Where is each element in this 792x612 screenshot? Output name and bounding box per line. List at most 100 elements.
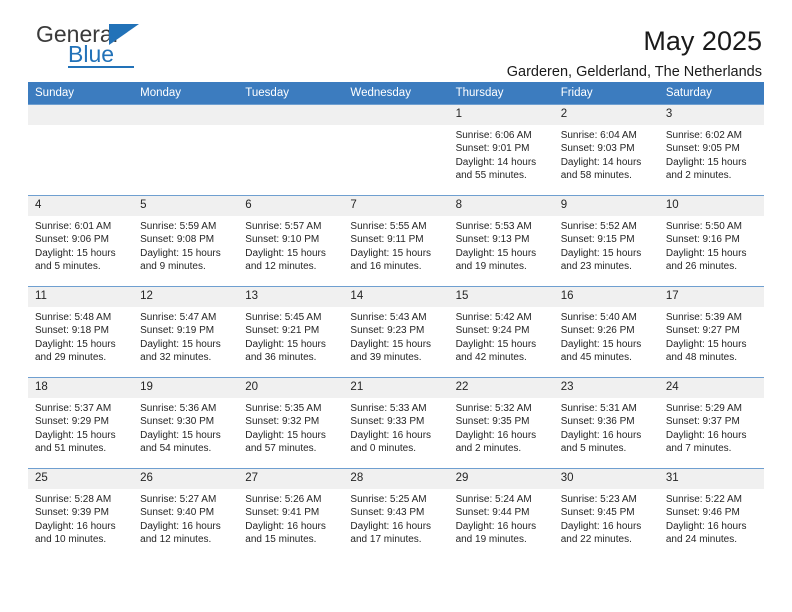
sunset-text: Sunset: 9:36 PM: [560, 416, 635, 428]
calendar-day-cell[interactable]: 8 Sunrise: 5:53 AM Sunset: 9:13 PM Daylight…: [448, 195, 554, 287]
calendar-day-cell[interactable]: 22 Sunrise: 5:32 AM Sunset: 9:35 PM Dayligh…: [448, 377, 554, 469]
day-info: Sunrise: 5:32 AM Sunset: 9:35 PM Daylight:…: [449, 398, 554, 456]
calendar-day-cell[interactable]: 3 Sunrise: 6:02 AM Sunset: 9:05 PM Daylight…: [658, 104, 764, 196]
calendar-day-cell[interactable]: 11 Sunrise: 5:48 AM Sunset: 9:18 PM Dayligh…: [28, 286, 134, 378]
calendar-day-cell[interactable]: 16 Sunrise: 5:40 AM Sunset: 9:26 PM Dayligh…: [553, 286, 659, 378]
calendar-day-cell[interactable]: 13 Sunrise: 5:45 AM Sunset: 9:21 PM Dayligh…: [238, 286, 344, 378]
day-number: 16: [553, 287, 659, 307]
weekday-header-saturday: Saturday: [658, 82, 764, 105]
calendar-day-cell[interactable]: 6 Sunrise: 5:57 AM Sunset: 9:10 PM Daylight…: [238, 195, 344, 287]
day-cell-inner: 4 Sunrise: 6:01 AM Sunset: 9:06 PM Daylight…: [28, 196, 134, 285]
sunrise-text: Sunrise: 5:36 AM: [140, 403, 217, 414]
calendar-day-cell[interactable]: 28 Sunrise: 5:25 AM Sunset: 9:43 PM Dayligh…: [343, 468, 449, 559]
sunrise-text: Sunrise: 5:24 AM: [455, 494, 532, 505]
calendar-day-cell[interactable]: [343, 104, 449, 196]
day-number: 7: [343, 196, 449, 216]
sunrise-text: Sunrise: 6:06 AM: [455, 130, 532, 141]
calendar-day-cell[interactable]: 9 Sunrise: 5:52 AM Sunset: 9:15 PM Daylight…: [553, 195, 659, 287]
daylight-text-line2: and 24 minutes.: [665, 534, 738, 546]
daylight-text-line2: and 2 minutes.: [455, 443, 522, 455]
calendar-day-cell[interactable]: [28, 104, 134, 196]
calendar-day-cell[interactable]: 5 Sunrise: 5:59 AM Sunset: 9:08 PM Daylight…: [133, 195, 239, 287]
calendar-day-cell[interactable]: 14 Sunrise: 5:43 AM Sunset: 9:23 PM Dayligh…: [343, 286, 449, 378]
sunset-text: Sunset: 9:19 PM: [140, 325, 215, 337]
day-number: 1: [448, 105, 554, 125]
calendar-day-cell[interactable]: [133, 104, 239, 196]
calendar-day-cell[interactable]: 21 Sunrise: 5:33 AM Sunset: 9:33 PM Dayligh…: [343, 377, 449, 469]
day-number: 12: [133, 287, 239, 307]
day-info: Sunrise: 5:22 AM Sunset: 9:46 PM Daylight:…: [659, 489, 764, 547]
day-cell-inner: 28 Sunrise: 5:25 AM Sunset: 9:43 PM Dayligh…: [343, 469, 449, 558]
day-cell-inner: 30 Sunrise: 5:23 AM Sunset: 9:45 PM Dayligh…: [553, 469, 659, 558]
daylight-text-line2: and 57 minutes.: [245, 443, 317, 455]
day-info: Sunrise: 6:06 AM Sunset: 9:01 PM Daylight:…: [449, 125, 554, 183]
day-cell-inner: 22 Sunrise: 5:32 AM Sunset: 9:35 PM Dayligh…: [448, 378, 554, 467]
calendar-day-cell[interactable]: 26 Sunrise: 5:27 AM Sunset: 9:40 PM Dayligh…: [133, 468, 239, 559]
daylight-text-line1: Daylight: 14 hours: [455, 156, 537, 168]
sunrise-text: Sunrise: 5:29 AM: [665, 403, 742, 414]
daylight-text-line2: and 36 minutes.: [245, 352, 317, 364]
day-info: Sunrise: 5:37 AM Sunset: 9:29 PM Daylight:…: [28, 398, 133, 456]
calendar-day-cell[interactable]: 2 Sunrise: 6:04 AM Sunset: 9:03 PM Daylight…: [553, 104, 659, 196]
calendar-day-cell[interactable]: 27 Sunrise: 5:26 AM Sunset: 9:41 PM Dayligh…: [238, 468, 344, 559]
daylight-text-line2: and 15 minutes.: [245, 534, 317, 546]
calendar-day-cell[interactable]: 20 Sunrise: 5:35 AM Sunset: 9:32 PM Dayligh…: [238, 377, 344, 469]
sunrise-text: Sunrise: 5:35 AM: [245, 403, 322, 414]
daylight-text-line1: Daylight: 15 hours: [140, 338, 221, 350]
page-subtitle: Garderen, Gelderland, The Netherlands: [506, 64, 762, 80]
sunset-text: Sunset: 9:13 PM: [455, 234, 530, 246]
calendar-day-cell[interactable]: 31 Sunrise: 5:22 AM Sunset: 9:46 PM Dayligh…: [658, 468, 764, 559]
day-info: Sunrise: 5:40 AM Sunset: 9:26 PM Daylight:…: [554, 307, 659, 365]
calendar-day-cell[interactable]: 1 Sunrise: 6:06 AM Sunset: 9:01 PM Daylight…: [448, 104, 554, 196]
sunset-text: Sunset: 9:11 PM: [350, 234, 424, 246]
calendar-day-cell[interactable]: 10 Sunrise: 5:50 AM Sunset: 9:16 PM Dayligh…: [658, 195, 764, 287]
day-cell-inner: 6 Sunrise: 5:57 AM Sunset: 9:10 PM Daylight…: [238, 196, 344, 285]
calendar-day-cell[interactable]: 29 Sunrise: 5:24 AM Sunset: 9:44 PM Dayligh…: [448, 468, 554, 559]
day-number: 19: [133, 378, 239, 398]
daylight-text-line1: Daylight: 15 hours: [455, 247, 537, 259]
calendar-header-row: Sunday Monday Tuesday Wednesday Thursday…: [28, 82, 764, 105]
calendar-day-cell[interactable]: [238, 104, 344, 196]
day-number: 29: [448, 469, 554, 489]
calendar-day-cell[interactable]: 25 Sunrise: 5:28 AM Sunset: 9:39 PM Dayligh…: [28, 468, 134, 559]
day-cell-inner: 29 Sunrise: 5:24 AM Sunset: 9:44 PM Dayligh…: [448, 469, 554, 558]
sunset-text: Sunset: 9:27 PM: [665, 325, 740, 337]
calendar-day-cell[interactable]: 12 Sunrise: 5:47 AM Sunset: 9:19 PM Dayligh…: [133, 286, 239, 378]
sunrise-text: Sunrise: 5:28 AM: [35, 494, 112, 505]
day-cell-inner: 14 Sunrise: 5:43 AM Sunset: 9:23 PM Dayligh…: [343, 287, 449, 376]
daylight-text-line2: and 12 minutes.: [245, 261, 317, 273]
day-number: [28, 105, 134, 125]
calendar-day-cell[interactable]: 4 Sunrise: 6:01 AM Sunset: 9:06 PM Daylight…: [28, 195, 134, 287]
calendar-day-cell[interactable]: 24 Sunrise: 5:29 AM Sunset: 9:37 PM Dayligh…: [658, 377, 764, 469]
day-cell-inner: [238, 105, 344, 194]
calendar-day-cell[interactable]: 7 Sunrise: 5:55 AM Sunset: 9:11 PM Daylight…: [343, 195, 449, 287]
calendar-day-cell[interactable]: 17 Sunrise: 5:39 AM Sunset: 9:27 PM Dayligh…: [658, 286, 764, 378]
sunset-text: Sunset: 9:29 PM: [35, 416, 109, 428]
day-cell-inner: 25 Sunrise: 5:28 AM Sunset: 9:39 PM Dayligh…: [28, 469, 134, 558]
weekday-header-wednesday: Wednesday: [343, 82, 449, 105]
calendar-day-cell[interactable]: 23 Sunrise: 5:31 AM Sunset: 9:36 PM Dayligh…: [553, 377, 659, 469]
sunset-text: Sunset: 9:33 PM: [350, 416, 425, 428]
daylight-text-line1: Daylight: 15 hours: [665, 338, 747, 350]
day-number: 2: [553, 105, 659, 125]
calendar-day-cell[interactable]: 19 Sunrise: 5:36 AM Sunset: 9:30 PM Dayligh…: [133, 377, 239, 469]
calendar-body: 1 Sunrise: 6:06 AM Sunset: 9:01 PM Daylight…: [28, 104, 764, 559]
calendar-week-row: 18 Sunrise: 5:37 AM Sunset: 9:29 PM Dayligh…: [28, 377, 764, 469]
day-number: 14: [343, 287, 449, 307]
day-info: Sunrise: 5:48 AM Sunset: 9:18 PM Daylight:…: [28, 307, 133, 365]
calendar-day-cell[interactable]: 15 Sunrise: 5:42 AM Sunset: 9:24 PM Dayligh…: [448, 286, 554, 378]
daylight-text-line1: Daylight: 15 hours: [140, 247, 221, 259]
day-cell-inner: [28, 105, 134, 194]
sunrise-text: Sunrise: 6:02 AM: [665, 130, 742, 141]
daylight-text-line1: Daylight: 16 hours: [245, 520, 326, 532]
calendar-day-cell[interactable]: 18 Sunrise: 5:37 AM Sunset: 9:29 PM Dayligh…: [28, 377, 134, 469]
daylight-text-line1: Daylight: 15 hours: [140, 429, 221, 441]
sunrise-text: Sunrise: 5:57 AM: [245, 221, 322, 232]
day-number: 4: [28, 196, 134, 216]
calendar-day-cell[interactable]: 30 Sunrise: 5:23 AM Sunset: 9:45 PM Dayligh…: [553, 468, 659, 559]
daylight-text-line2: and 51 minutes.: [35, 443, 107, 455]
day-cell-inner: 12 Sunrise: 5:47 AM Sunset: 9:19 PM Dayligh…: [133, 287, 239, 376]
day-info: Sunrise: 5:26 AM Sunset: 9:41 PM Daylight:…: [238, 489, 343, 547]
day-cell-inner: 23 Sunrise: 5:31 AM Sunset: 9:36 PM Dayligh…: [553, 378, 659, 467]
sunset-text: Sunset: 9:46 PM: [665, 507, 740, 519]
